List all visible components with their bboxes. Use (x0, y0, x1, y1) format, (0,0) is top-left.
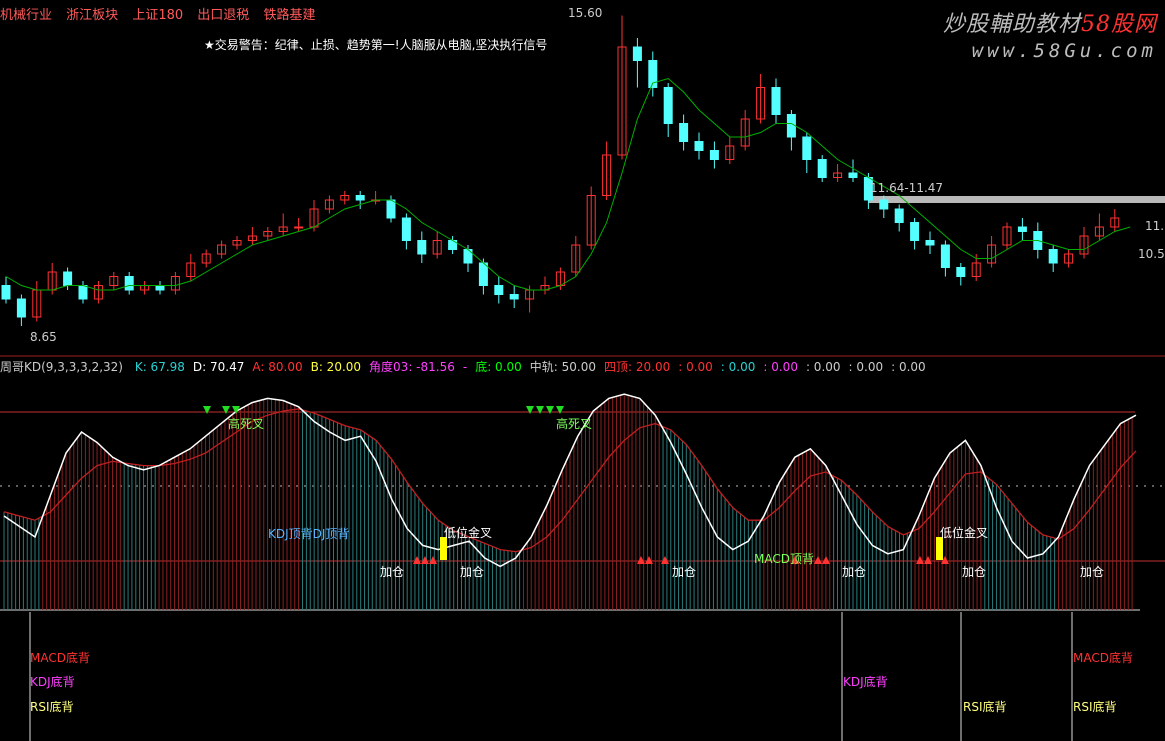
candle-body (848, 172, 858, 178)
buy-arrow (413, 556, 421, 564)
indicator-field: : 0.00 (678, 360, 713, 374)
watermark-title: 炒股輔助教材 (942, 12, 1081, 37)
candle-body (817, 159, 827, 178)
macd-bottom-label-2: MACD底背 (1073, 651, 1133, 665)
tag-railway[interactable]: 铁路基建 (263, 8, 315, 23)
kdj-top-label: KDJ顶背DJ顶背 (268, 527, 350, 541)
indicator-field: : 0.00 (720, 360, 756, 374)
candle-body (1, 285, 11, 300)
candle-body (694, 141, 704, 151)
add-label-2: 加仓 (460, 565, 485, 579)
kdj-bottom-label-1: KDJ底背 (30, 675, 75, 689)
candle-body (155, 285, 165, 291)
low-price-label: 8.65 (30, 330, 57, 344)
candle-body (124, 276, 134, 291)
indicator-field: D: 70.47 (192, 360, 245, 374)
right-price-label-a: 11.1 (1145, 219, 1165, 233)
candlestick-series (1, 15, 1120, 326)
watermark-brand: 58股网 (1081, 12, 1157, 37)
add-label-1: 加仓 (380, 565, 405, 579)
tag-machinery[interactable]: 机械行业 (0, 8, 52, 23)
indicator-field: : 0.00 (805, 360, 841, 374)
indicator-field: K: 67.98 (134, 360, 185, 374)
candle-body (1017, 226, 1027, 232)
indicator-field: B: 20.00 (310, 360, 362, 374)
sell-arrow (536, 406, 544, 414)
candle-body (1048, 249, 1058, 264)
candle-body (771, 87, 781, 115)
watermark-logo: 炒股輔助教材58股网 www.58Gu.com (943, 6, 1157, 62)
sell-arrow (556, 406, 564, 414)
candle-body (910, 222, 920, 241)
rsi-bottom-label-3: RSI底背 (1073, 700, 1117, 714)
candle-body (663, 87, 673, 124)
candle-body (894, 208, 904, 223)
candle-body (63, 271, 73, 286)
indicator-field: 四顶: 20.00 (604, 360, 671, 374)
candle-body (417, 240, 427, 255)
add-label-3: 加仓 (672, 565, 697, 579)
candle-body (78, 285, 88, 300)
low-cross-label-1: 低位金叉 (444, 526, 493, 540)
sell-arrow (222, 406, 230, 414)
sell-arrow (203, 406, 211, 414)
macd-top-label: MACD顶背 (754, 552, 814, 566)
candle-body (632, 46, 642, 61)
top-cross-label-1: 高死叉 (228, 417, 265, 431)
add-label-6: 加仓 (1080, 565, 1105, 579)
indicator-field: : 0.00 (763, 360, 798, 374)
indicator-field: 角度03: -81.56 (369, 360, 455, 374)
indicator-field: : 0.00 (891, 360, 926, 374)
candle-body (16, 298, 26, 318)
candle-body (879, 199, 889, 210)
buy-arrow (661, 556, 669, 564)
candle-body (786, 114, 796, 138)
macd-bottom-label-1: MACD底背 (30, 651, 90, 665)
trade-warning: ★交易警告：纪律、止损、趋势第一!人脑服从电脑,坚决执行信号 (204, 38, 548, 52)
tag-export-rebate[interactable]: 出口退税 (197, 8, 249, 23)
indicator-field: 底: 0.00 (475, 360, 522, 374)
add-label-4: 加仓 (842, 565, 867, 579)
indicator-field: 中轨: 50.00 (529, 360, 596, 374)
top-cross-label-2: 高死叉 (556, 417, 593, 431)
tag-zhejiang[interactable]: 浙江板块 (66, 8, 118, 23)
candle-body (956, 267, 966, 277)
candle-body (355, 195, 365, 201)
rsi-bottom-label-2: RSI底背 (963, 700, 1007, 714)
candle-body (802, 136, 812, 160)
buy-arrow (822, 556, 830, 564)
indicator-field: : 0.00 (848, 360, 884, 374)
high-price-label: 15.60 (568, 6, 603, 20)
right-price-label-b: 10.5 (1138, 247, 1165, 261)
candle-body (401, 217, 411, 241)
sell-arrow (546, 406, 554, 414)
watermark-url: www.58Gu.com (971, 40, 1157, 62)
low-cross-label-2: 低位金叉 (940, 526, 989, 540)
candle-body (386, 199, 396, 219)
rsi-bottom-label-1: RSI底背 (30, 700, 74, 714)
indicator-header: 周哥KD(9,3,3,3,2,32) K: 67.98 D: 70.47 A: 80… (0, 358, 942, 375)
sector-tags: 机械行业 浙江板块 上证180 出口退税 铁路基建 (0, 4, 325, 23)
add-label-5: 加仓 (962, 565, 987, 579)
candle-body (940, 244, 950, 268)
candle-body (925, 240, 935, 246)
range-price-label: 11.64-11.47 (870, 181, 944, 195)
sell-arrow (526, 406, 534, 414)
resistance-band (868, 196, 1165, 203)
indicator-field: - (462, 360, 468, 374)
buy-arrow (814, 556, 822, 564)
indicator-field: A: 80.00 (252, 360, 303, 374)
candle-body (709, 150, 719, 160)
moving-average-line (5, 77, 1131, 291)
tag-sse180[interactable]: 上证180 (132, 8, 183, 23)
candle-body (679, 123, 689, 142)
candle-body (478, 262, 488, 286)
indicator-name: 周哥KD(9,3,3,3,2,32) (0, 360, 123, 374)
candle-body (294, 226, 304, 229)
kdj-bottom-label-2: KDJ底背 (843, 675, 888, 689)
candle-body (494, 285, 504, 295)
candle-body (509, 294, 519, 300)
